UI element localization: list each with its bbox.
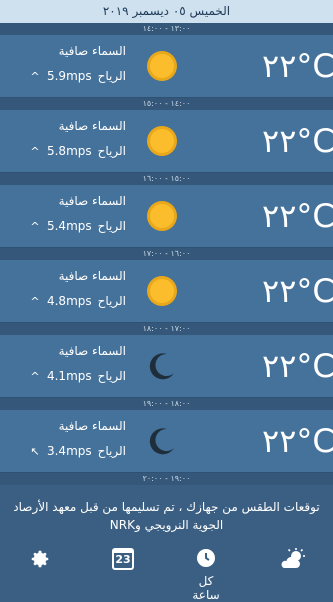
forecast-card[interactable]: ٢٢°C السماء صافية ^ 5.9mps الرياح (0, 35, 333, 98)
temperature: ٢٢°C (262, 47, 333, 85)
condition-text: السماء صافية (58, 119, 126, 133)
condition-text: السماء صافية (58, 419, 126, 433)
attribution-text: توقعات الطقس من جهازك ، تم تسليمها من قب… (0, 492, 333, 536)
sun-icon (145, 274, 179, 308)
wind-speed: 5.9mps (46, 69, 92, 83)
condition-text: السماء صافية (58, 44, 126, 58)
wind-info: ↖ 3.4mps الرياح (29, 444, 126, 458)
gear-icon (29, 550, 51, 574)
wind-info: ^ 5.8mps الرياح (29, 144, 126, 158)
sun-icon (145, 124, 179, 158)
time-range-divider: ١٨:٠٠ - ١٩:٠٠ (0, 398, 333, 410)
calendar-button[interactable]: 23 (101, 548, 145, 570)
forecast-card[interactable]: ٢٢°C السماء صافية ^ 5.8mps الرياح (0, 110, 333, 173)
wind-label: الرياح (97, 444, 126, 458)
time-range-divider: ١٣:٠٠ - ١٤:٠٠ (0, 23, 333, 35)
wind-label: الرياح (97, 144, 126, 158)
condition-text: السماء صافية (58, 344, 126, 358)
wind-direction-icon: ^ (30, 369, 40, 383)
forecast-card[interactable]: ٢٢°C السماء صافية ^ 4.8mps الرياح (0, 260, 333, 323)
wind-info: ^ 5.4mps الرياح (29, 219, 126, 233)
time-range-divider: ١٥:٠٠ - ١٦:٠٠ (0, 173, 333, 185)
wind-info: ^ 4.1mps الرياح (29, 369, 126, 383)
sun-icon (145, 49, 179, 83)
hourly-tab[interactable]: كل ساعة (184, 548, 228, 602)
wind-direction-icon: ^ (30, 69, 40, 83)
temperature: ٢٢°C (262, 122, 333, 160)
sun-icon (145, 199, 179, 233)
condition-text: السماء صافية (58, 194, 126, 208)
time-range-divider: ١٤:٠٠ - ١٥:٠٠ (0, 98, 333, 110)
condition-text: السماء صافية (58, 269, 126, 283)
wind-label: الرياح (97, 369, 126, 383)
date-header: الخميس ٠٥ ديسمبر ٢٠١٩ (0, 0, 333, 23)
bottom-navigation: 23 كل ساعة (0, 540, 333, 602)
temperature: ٢٢°C (262, 197, 333, 235)
wind-direction-icon: ^ (30, 219, 40, 233)
wind-direction-icon: ^ (30, 144, 40, 158)
moon-icon (145, 424, 179, 458)
wind-direction-icon: ↖ (30, 444, 40, 458)
settings-button[interactable] (18, 548, 62, 574)
wind-speed: 4.8mps (46, 294, 92, 308)
forecast-card[interactable]: ٢٢°C السماء صافية ^ 5.4mps الرياح (0, 185, 333, 248)
forecast-card[interactable]: ٢٢°C السماء صافية ↖ 3.4mps الرياح (0, 410, 333, 473)
time-range-divider: ١٩:٠٠ - ٢٠:٠٠ (0, 473, 333, 485)
clock-icon (196, 549, 216, 572)
wind-label: الرياح (97, 294, 126, 308)
calendar-day: 23 (115, 553, 131, 566)
wind-info: ^ 4.8mps الرياح (29, 294, 126, 308)
temperature: ٢٢°C (262, 422, 333, 460)
hourly-forecast-list[interactable]: ١٣:٠٠ - ١٤:٠٠ ٢٢°C السماء صافية ^ 5.9mps… (0, 23, 333, 485)
time-range-divider: ١٦:٠٠ - ١٧:٠٠ (0, 248, 333, 260)
wind-speed: 5.8mps (46, 144, 92, 158)
temperature: ٢٢°C (262, 347, 333, 385)
calendar-icon: 23 (112, 548, 134, 570)
time-range-divider: ١٧:٠٠ - ١٨:٠٠ (0, 323, 333, 335)
hourly-label: كل ساعة (192, 574, 220, 602)
wind-label: الرياح (97, 219, 126, 233)
weather-button[interactable] (270, 548, 314, 574)
temperature: ٢٢°C (262, 272, 333, 310)
wind-speed: 4.1mps (46, 369, 92, 383)
sun-cloud-icon (279, 548, 305, 574)
wind-speed: 5.4mps (46, 219, 92, 233)
wind-label: الرياح (97, 69, 126, 83)
wind-info: ^ 5.9mps الرياح (29, 69, 126, 83)
moon-icon (145, 349, 179, 383)
forecast-card[interactable]: ٢٢°C السماء صافية ^ 4.1mps الرياح (0, 335, 333, 398)
wind-speed: 3.4mps (46, 444, 92, 458)
wind-direction-icon: ^ (30, 294, 40, 308)
